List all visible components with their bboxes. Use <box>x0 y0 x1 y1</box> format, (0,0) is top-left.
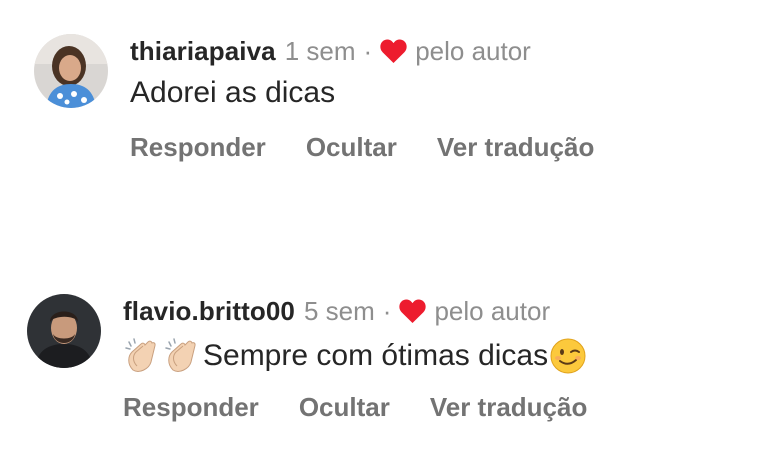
avatar[interactable] <box>27 294 101 368</box>
timestamp[interactable]: 1 sem <box>285 36 356 67</box>
clapping-hands-emoji-icon <box>123 336 163 376</box>
translate-button[interactable]: Ver tradução <box>430 392 588 423</box>
comment-text-content: Adorei as dicas <box>130 76 336 109</box>
user-avatar-woman-icon <box>34 34 108 108</box>
liked-by-author-label: pelo autor <box>415 35 531 66</box>
separator-dot: · <box>363 35 373 66</box>
reply-button[interactable]: Responder <box>123 392 259 423</box>
comment-text: Sempre com ótimas dicas <box>123 336 588 376</box>
comment-actions: Responder Ocultar Ver tradução <box>130 132 634 163</box>
separator-dot: · <box>382 295 392 326</box>
clapping-hands-emoji-icon <box>163 336 203 376</box>
liked-by-author-label: pelo autor <box>434 295 551 326</box>
comment-meta: thiariapaiva 1 sem · pelo autor <box>130 34 531 68</box>
comment-item: thiariapaiva 1 sem · pelo autor Adorei a… <box>0 0 784 220</box>
user-avatar-man-icon <box>27 294 101 368</box>
heart-icon <box>380 39 407 64</box>
hide-button[interactable]: Ocultar <box>299 392 390 423</box>
reply-button[interactable]: Responder <box>130 132 266 163</box>
winking-face-emoji-icon <box>548 336 588 376</box>
hide-button[interactable]: Ocultar <box>306 132 397 163</box>
username[interactable]: thiariapaiva <box>130 36 276 67</box>
comment-item: flavio.britto00 5 sem · pelo autor Sempr… <box>0 260 784 450</box>
comment-actions: Responder Ocultar Ver tradução <box>123 392 627 423</box>
comment-text-content: Sempre com ótimas dicas <box>203 339 549 372</box>
username[interactable]: flavio.britto00 <box>123 296 295 327</box>
translate-button[interactable]: Ver tradução <box>437 132 595 163</box>
heart-icon <box>399 299 427 324</box>
comment-text: Adorei as dicas <box>130 76 335 110</box>
timestamp[interactable]: 5 sem <box>304 296 375 327</box>
avatar[interactable] <box>34 34 108 108</box>
comment-meta: flavio.britto00 5 sem · pelo autor <box>123 294 550 328</box>
